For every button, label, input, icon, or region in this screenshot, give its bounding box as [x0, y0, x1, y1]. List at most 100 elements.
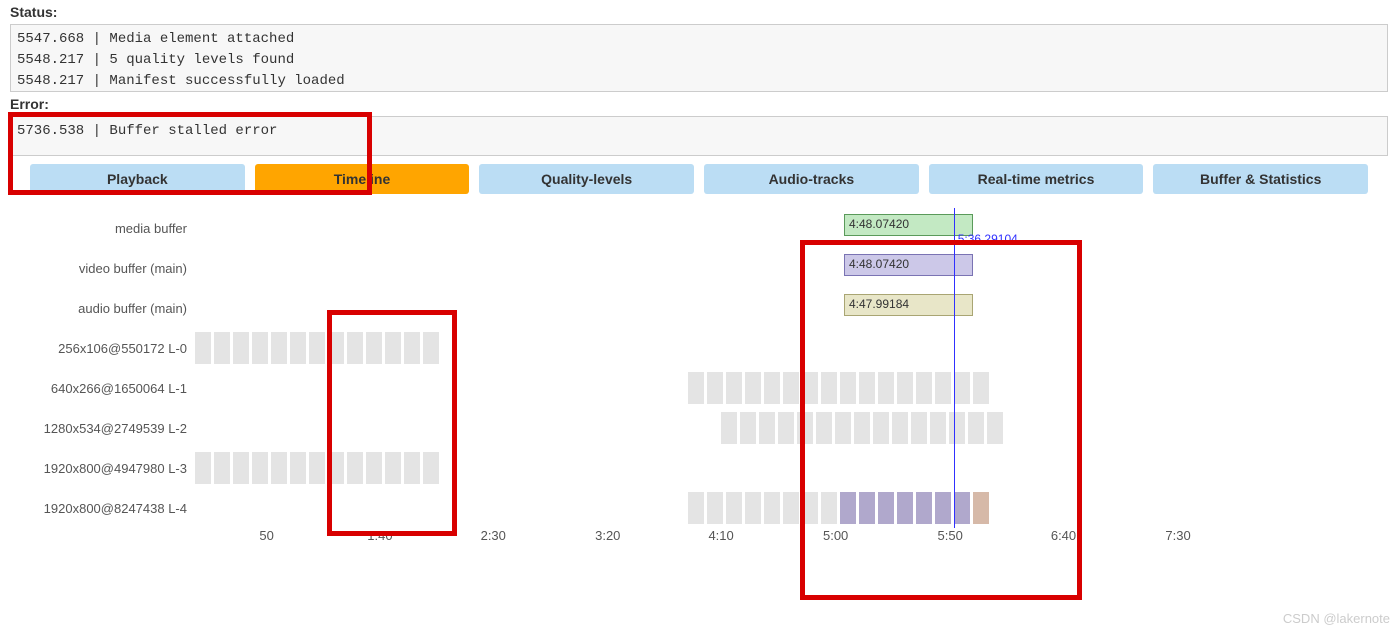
segment	[949, 412, 965, 444]
segment	[973, 492, 989, 524]
tab-quality-levels[interactable]: Quality-levels	[479, 164, 694, 194]
segment	[816, 412, 832, 444]
segment	[783, 492, 799, 524]
segment	[726, 492, 742, 524]
segment	[385, 332, 401, 364]
segment	[233, 332, 249, 364]
timeline-row-track[interactable]	[195, 448, 1388, 488]
segment	[778, 412, 794, 444]
timeline-row: 256x106@550172 L-0	[10, 328, 1388, 368]
segment	[309, 332, 325, 364]
timeline-row-track[interactable]	[195, 408, 1388, 448]
segment-strip	[195, 332, 439, 364]
segment	[688, 492, 704, 524]
segment	[688, 372, 704, 404]
timeline-row-track[interactable]: 4:47.99184	[195, 288, 1388, 328]
segment	[195, 452, 211, 484]
tab-timeline[interactable]: Timeline	[255, 164, 470, 194]
segment	[271, 452, 287, 484]
segment	[271, 332, 287, 364]
watermark: CSDN @lakernote	[1283, 611, 1390, 626]
segment	[878, 492, 894, 524]
timeline-row: 1280x534@2749539 L-2	[10, 408, 1388, 448]
tab-buffer-statistics[interactable]: Buffer & Statistics	[1153, 164, 1368, 194]
timeline-row: audio buffer (main)4:47.99184	[10, 288, 1388, 328]
segment	[347, 332, 363, 364]
segment	[328, 452, 344, 484]
error-label: Error:	[10, 96, 1388, 112]
timeline-row: video buffer (main)4:48.07420	[10, 248, 1388, 288]
x-tick: 6:40	[1051, 528, 1076, 543]
segment	[423, 332, 439, 364]
status-line: 5548.217 | Manifest successfully loaded	[17, 71, 1381, 92]
segment	[897, 372, 913, 404]
timeline-row: 1920x800@4947980 L-3	[10, 448, 1388, 488]
segment	[783, 372, 799, 404]
segment	[745, 492, 761, 524]
status-line: 5547.668 | Media element attached	[17, 29, 1381, 50]
segment	[252, 452, 268, 484]
segment	[366, 452, 382, 484]
tab-real-time-metrics[interactable]: Real-time metrics	[929, 164, 1144, 194]
timeline-row-track[interactable]	[195, 488, 1388, 528]
timeline-row-track[interactable]: 4:48.07420	[195, 208, 1388, 248]
segment	[347, 452, 363, 484]
segment-strip	[688, 372, 989, 404]
timeline-row-track[interactable]	[195, 368, 1388, 408]
segment	[385, 452, 401, 484]
playhead[interactable]	[954, 208, 955, 528]
segment	[973, 372, 989, 404]
segment	[935, 372, 951, 404]
segment	[930, 412, 946, 444]
tab-audio-tracks[interactable]: Audio-tracks	[704, 164, 919, 194]
segment	[878, 372, 894, 404]
timeline-row-track[interactable]	[195, 328, 1388, 368]
tab-bar: Playback Timeline Quality-levels Audio-trac…	[10, 164, 1388, 194]
timeline-chart: media buffer4:48.07420video buffer (main…	[10, 208, 1388, 568]
timeline-row-label: audio buffer (main)	[10, 301, 195, 316]
segment	[233, 452, 249, 484]
error-line: 5736.538 | Buffer stalled error	[17, 121, 1381, 142]
tab-playback[interactable]: Playback	[30, 164, 245, 194]
segment	[954, 492, 970, 524]
segment	[366, 332, 382, 364]
segment	[404, 332, 420, 364]
segment	[968, 412, 984, 444]
timeline-row-label: media buffer	[10, 221, 195, 236]
timeline-row-label: 1280x534@2749539 L-2	[10, 421, 195, 436]
segment	[802, 492, 818, 524]
segment	[840, 492, 856, 524]
segment	[854, 412, 870, 444]
segment	[840, 372, 856, 404]
segment	[745, 372, 761, 404]
timeline-row-label: 256x106@550172 L-0	[10, 341, 195, 356]
x-tick: 2:30	[481, 528, 506, 543]
x-axis: 501:402:303:204:105:005:506:407:30	[195, 528, 1388, 558]
status-line: 5548.217 | 5 quality levels found	[17, 50, 1381, 71]
error-log[interactable]: 5736.538 | Buffer stalled error	[10, 116, 1388, 156]
segment	[835, 412, 851, 444]
x-tick: 3:20	[595, 528, 620, 543]
segment	[802, 372, 818, 404]
segment	[759, 412, 775, 444]
segment	[214, 332, 230, 364]
segment	[214, 452, 230, 484]
timeline-row-label: video buffer (main)	[10, 261, 195, 276]
timeline-row: 640x266@1650064 L-1	[10, 368, 1388, 408]
x-tick: 5:00	[823, 528, 848, 543]
segment	[252, 332, 268, 364]
segment	[404, 452, 420, 484]
segment	[821, 372, 837, 404]
timeline-row: media buffer4:48.07420	[10, 208, 1388, 248]
timeline-row-track[interactable]: 4:48.07420	[195, 248, 1388, 288]
segment	[740, 412, 756, 444]
timeline-row-label: 1920x800@4947980 L-3	[10, 461, 195, 476]
segment	[721, 412, 737, 444]
x-tick: 4:10	[708, 528, 733, 543]
status-log[interactable]: 5547.668 | Media element attached5548.21…	[10, 24, 1388, 92]
segment	[726, 372, 742, 404]
segment	[987, 412, 1003, 444]
timeline-row-label: 640x266@1650064 L-1	[10, 381, 195, 396]
segment	[797, 412, 813, 444]
x-tick: 50	[259, 528, 273, 543]
